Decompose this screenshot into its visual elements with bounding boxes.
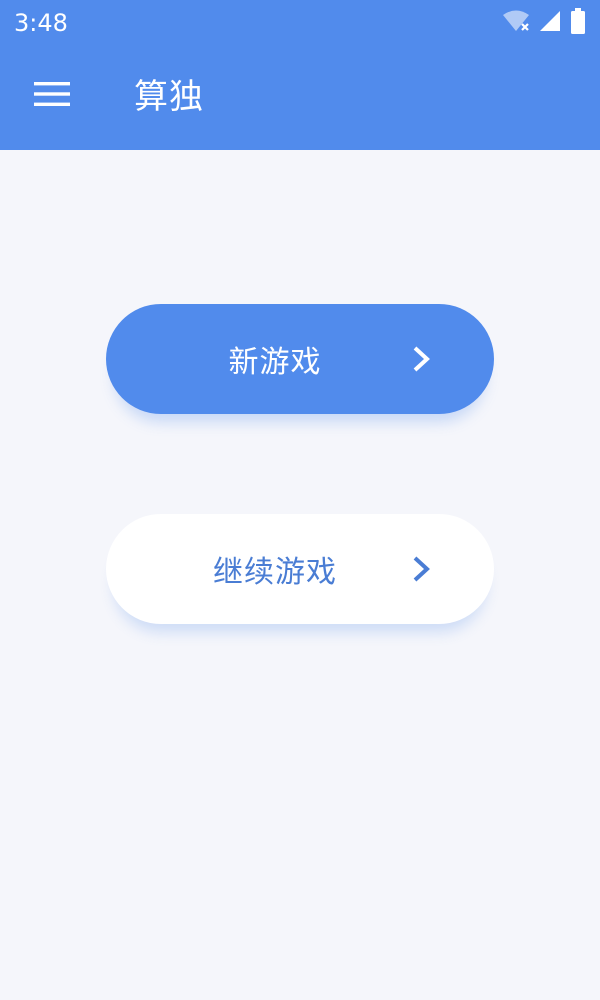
main-content: 新游戏 继续游戏 <box>0 150 600 1000</box>
chevron-right-icon <box>412 345 432 373</box>
toolbar: 算独 <box>0 46 600 150</box>
app-title: 算独 <box>134 77 204 117</box>
status-time: 3:48 <box>14 9 68 37</box>
new-game-button[interactable]: 新游戏 <box>106 304 494 414</box>
menu-button[interactable] <box>28 76 76 116</box>
status-bar: 3:48 <box>0 0 600 46</box>
cellular-signal-icon <box>538 9 562 37</box>
battery-icon <box>570 8 586 38</box>
hamburger-menu-icon <box>34 80 70 112</box>
new-game-label: 新游戏 <box>228 345 322 380</box>
continue-game-label: 继续游戏 <box>213 555 337 590</box>
wifi-icon <box>502 9 530 37</box>
app-bar: 3:48 算独 <box>0 0 600 150</box>
chevron-right-icon <box>412 555 432 583</box>
continue-game-button[interactable]: 继续游戏 <box>106 514 494 624</box>
status-icons <box>502 8 586 38</box>
